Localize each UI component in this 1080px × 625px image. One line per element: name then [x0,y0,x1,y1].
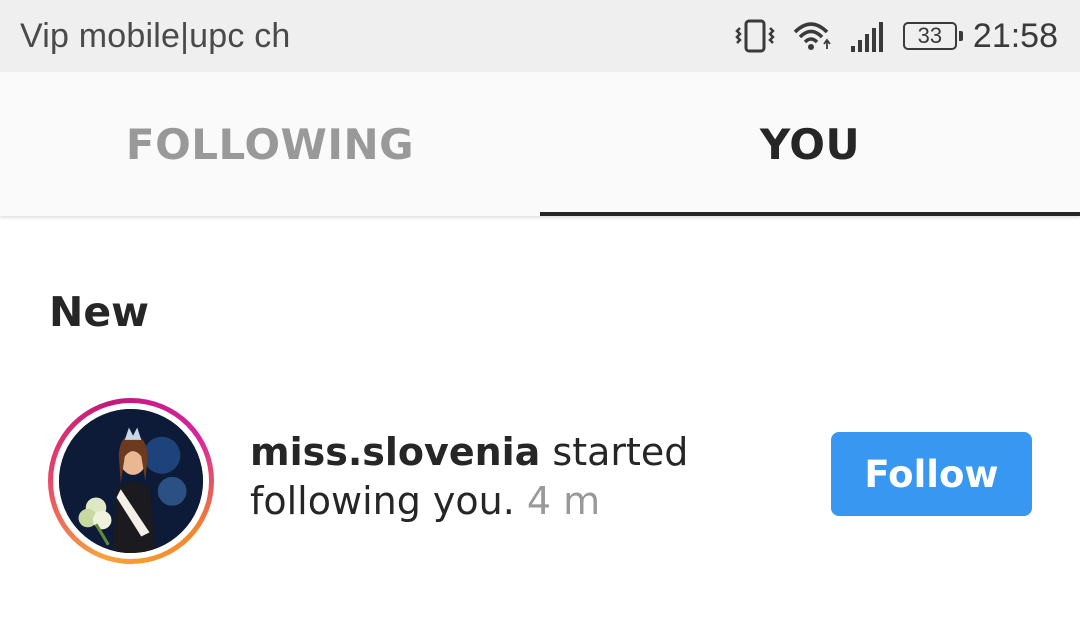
vibrate-icon [733,18,777,54]
avatar[interactable] [59,409,203,553]
follow-button[interactable]: Follow [831,432,1032,516]
notification-text: miss.slovenia started following you. 4 m [250,428,770,526]
signal-icon [849,18,889,54]
carrier-name: Vip mobile|upc ch [20,16,291,55]
clock: 21:58 [972,16,1058,55]
section-title-new: New [49,288,149,336]
wifi-icon [791,18,835,54]
story-ring[interactable] [48,398,214,564]
notification-time: 4 m [514,479,601,523]
notification-username[interactable]: miss.slovenia [250,430,540,474]
tab-you[interactable]: YOU [540,72,1080,216]
activity-tabs: FOLLOWING YOU [0,72,1080,216]
status-bar: Vip mobile|upc ch 33 21:58 [0,0,1080,72]
battery-icon: 33 [902,22,963,50]
notification-row[interactable]: miss.slovenia started following you. 4 m… [48,398,1038,564]
tab-following[interactable]: FOLLOWING [0,72,540,216]
status-indicators: 33 21:58 [733,17,1058,56]
